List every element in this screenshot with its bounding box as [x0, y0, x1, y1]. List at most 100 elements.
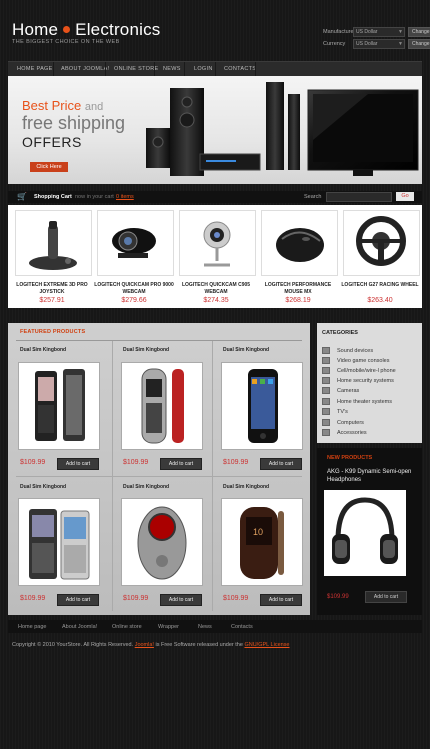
search-go-button[interactable]: Go [396, 192, 414, 201]
folder-icon [322, 398, 330, 405]
footer-link-store[interactable]: Online store [112, 624, 142, 630]
license-link[interactable]: GNU/GPL License [244, 642, 289, 648]
category-label: Home security systems [337, 377, 394, 384]
nav-item-news[interactable]: NEWS [163, 66, 181, 72]
footer-link-contacts[interactable]: Contacts [231, 624, 253, 630]
add-to-cart-button[interactable]: Add to cart [260, 594, 302, 606]
strip-product-name[interactable]: LOGITECH QUICKCAM C905 WEBCAM [176, 282, 256, 296]
folder-icon [322, 429, 330, 436]
manufacturer-select[interactable]: US Dollar ▼ [353, 27, 405, 37]
currency-change-button[interactable]: Change [408, 39, 430, 49]
new-product-name[interactable]: AKG - K99 Dynamic Semi-open Headphones [327, 468, 417, 484]
category-label: Cameras [337, 387, 360, 394]
nav-item-about[interactable]: ABOUT JOOMLA! [61, 66, 109, 72]
featured-product-name[interactable]: Dual Sim Kingbond [223, 484, 269, 490]
site-tagline: THE BIGGEST CHOICE ON THE WEB [12, 39, 120, 45]
banner-headline: Best Price and [22, 98, 103, 113]
category-label: Accessories [337, 429, 367, 436]
footer-link-home[interactable]: Home page [18, 624, 46, 630]
add-to-cart-button[interactable]: Add to cart [160, 458, 202, 470]
logo-dot-icon [63, 26, 71, 34]
mouse-icon [276, 228, 324, 262]
featured-product-image[interactable] [121, 498, 203, 586]
add-to-cart-button[interactable]: Add to cart [160, 594, 202, 606]
webcam-icon [203, 221, 231, 267]
currency-select[interactable]: US Dollar ▼ [353, 39, 405, 49]
category-item[interactable]: Sound devices [322, 347, 373, 354]
footer-link-news[interactable]: News [198, 624, 212, 630]
category-item[interactable]: Cell/mobile/wire-l phone [322, 367, 396, 374]
logo-word-home: Home [12, 20, 59, 39]
webcam-icon [112, 228, 156, 258]
new-product-add-to-cart-button[interactable]: Add to cart [365, 591, 407, 603]
footer-link-wrapper[interactable]: Wrapper [158, 624, 179, 630]
search-input[interactable] [326, 192, 392, 202]
manufacturer-change-button[interactable]: Change [408, 27, 430, 37]
featured-product-image[interactable] [221, 362, 303, 450]
joomla-link[interactable]: Joomla! [135, 642, 154, 648]
banner-free-shipping: free shipping [22, 113, 126, 133]
nav-item-contacts[interactable]: CONTACTS [224, 66, 256, 72]
strip-product-name[interactable]: LOGITECH QUICKCAM PRO 9000 WEBCAM [94, 282, 174, 296]
new-product-price: $109.99 [327, 594, 349, 600]
cart-items-link[interactable]: 0 items [116, 194, 134, 200]
footer-link-about[interactable]: About Joomla! [62, 624, 97, 630]
strip-product-name[interactable]: LOGITECH EXTREME 3D PRO JOYSTICK [12, 282, 92, 296]
add-to-cart-button[interactable]: Add to cart [57, 594, 99, 606]
phone-icon [141, 368, 184, 444]
strip-product-image[interactable] [15, 210, 92, 276]
category-item[interactable]: Video game consoles [322, 357, 390, 364]
featured-product-name[interactable]: Dual Sim Kingbond [20, 484, 66, 490]
featured-product-image[interactable] [18, 498, 100, 586]
add-to-cart-button[interactable]: Add to cart [260, 458, 302, 470]
featured-product-name[interactable]: Dual Sim Kingbond [123, 347, 169, 353]
category-item[interactable]: Accessories [322, 429, 367, 436]
folder-icon [322, 377, 330, 384]
strip-product-image[interactable] [261, 210, 338, 276]
nav-divider [154, 62, 155, 77]
svg-text:10: 10 [253, 527, 263, 537]
folder-icon [322, 347, 330, 354]
new-product-image[interactable] [324, 490, 406, 576]
featured-product-image[interactable] [18, 362, 100, 450]
folder-icon [322, 357, 330, 364]
featured-divider [16, 340, 302, 341]
copyright-text: Copyright © 2010 YourStore. All Rights R… [12, 642, 290, 648]
folder-icon [322, 367, 330, 374]
featured-product-image[interactable]: 10 [221, 498, 303, 586]
strip-product-image[interactable] [97, 210, 174, 276]
strip-product-image[interactable] [179, 210, 256, 276]
categories-title: CATEGORIES [322, 330, 358, 336]
racing-wheel-icon [356, 216, 406, 266]
category-item[interactable]: Cameras [322, 387, 359, 394]
phone-icon [29, 509, 90, 580]
strip-product-name[interactable]: LOGITECH G27 RACING WHEEL [340, 282, 420, 289]
featured-product-name[interactable]: Dual Sim Kingbond [123, 484, 169, 490]
logo-word-electronics: Electronics [75, 20, 161, 39]
category-item[interactable]: Home security systems [322, 377, 394, 384]
nav-divider [215, 62, 216, 77]
site-logo[interactable]: Home Electronics [12, 20, 161, 40]
featured-product-price: $109.99 [223, 459, 249, 466]
strip-product-image[interactable] [343, 210, 420, 276]
category-item[interactable]: Computers [322, 419, 364, 426]
featured-product-image[interactable] [121, 362, 203, 450]
manufacturer-row: ManufacturerUS Dollar ▼ Change [323, 27, 430, 37]
nav-divider [53, 62, 54, 77]
chevron-down-icon: ▼ [398, 29, 403, 35]
banner-click-here-button[interactable]: Click Here [30, 162, 68, 172]
featured-product-price: $109.99 [20, 459, 46, 466]
category-item[interactable]: Home theater systems [322, 398, 392, 405]
currency-row: Currency US Dollar ▼ Change [323, 39, 430, 49]
phone-icon [248, 369, 278, 443]
category-label: Video game consoles [337, 357, 390, 364]
add-to-cart-button[interactable]: Add to cart [57, 458, 99, 470]
category-item[interactable]: TV's [322, 408, 348, 415]
nav-item-store[interactable]: ONLINE STORE [114, 66, 158, 72]
featured-product-name[interactable]: Dual Sim Kingbond [223, 347, 269, 353]
featured-product-name[interactable]: Dual Sim Kingbond [20, 347, 66, 353]
folder-icon [322, 419, 330, 426]
nav-item-home[interactable]: HOME PAGE [17, 66, 53, 72]
strip-product-name[interactable]: LOGITECH PERFORMANCE MOUSE MX [258, 282, 338, 296]
nav-item-login[interactable]: LOGIN [194, 66, 213, 72]
